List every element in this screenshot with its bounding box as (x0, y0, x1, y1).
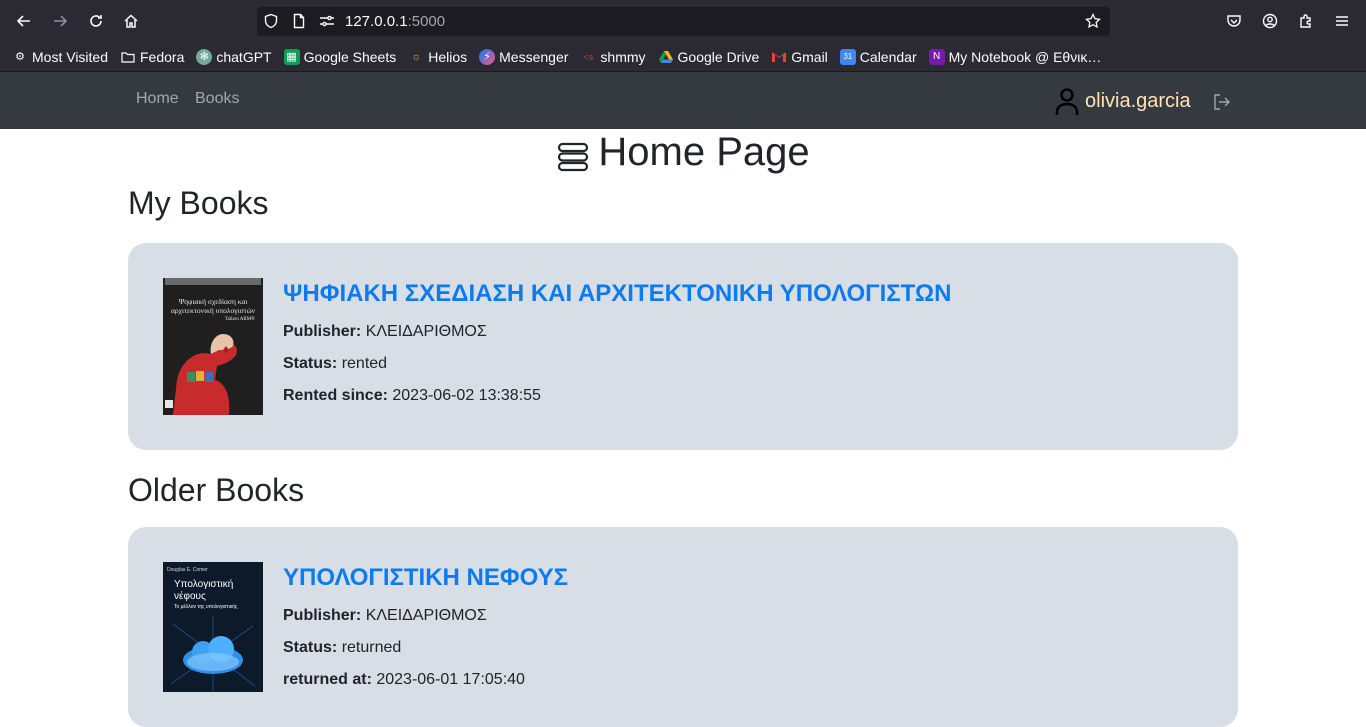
url-bar[interactable]: 127.0.0.1:5000 (257, 7, 1110, 36)
rented-since-field: Rented since: 2023-06-02 13:38:55 (283, 387, 541, 404)
my-books-heading: My Books (128, 185, 269, 221)
bookmark-helios[interactable]: ☼ Helios (408, 49, 467, 65)
folder-icon (120, 49, 136, 65)
status-field: Status: returned (283, 639, 402, 656)
bookmark-google-sheets[interactable]: ▦ Google Sheets (283, 48, 396, 65)
cover-illustration (165, 334, 237, 415)
user-menu[interactable]: olivia.garcia (1055, 86, 1191, 116)
bookmark-most-visited[interactable]: ⚙ Most Visited (12, 49, 108, 65)
reload-icon[interactable] (84, 9, 108, 33)
book-title-link[interactable]: ΨΗΦΙΑΚΗ ΣΧΕΔΙΑΣΗ ΚΑΙ ΑΡΧΙΤΕΚΤΟΝΙΚΗ ΥΠΟΛΟ… (283, 280, 951, 308)
browser-toolbar: 127.0.0.1:5000 (0, 0, 1366, 42)
bookmark-fedora[interactable]: Fedora (120, 49, 184, 65)
site-navbar: Home Books olivia.garcia (0, 72, 1366, 129)
gear-icon: ⚙ (15, 51, 25, 63)
book-cover[interactable]: Douglas E. Comer Υπολογιστική νέφους Το … (163, 562, 263, 692)
shield-icon[interactable] (263, 13, 279, 29)
menu-icon[interactable] (1330, 9, 1354, 33)
user-icon (1055, 88, 1079, 115)
home-icon[interactable] (119, 9, 143, 33)
pocket-icon[interactable] (1222, 9, 1246, 33)
logout-icon[interactable] (1213, 94, 1231, 110)
returned-at-field: returned at: 2023-06-01 17:05:40 (283, 671, 525, 688)
permissions-icon[interactable] (319, 13, 335, 29)
page-title: Home Page (0, 130, 1366, 175)
shmmy-icon: <s (583, 51, 594, 62)
bookmark-chatgpt[interactable]: ✻ chatGPT (196, 48, 272, 65)
book-card: Douglas E. Comer Υπολογιστική νέφους Το … (128, 527, 1238, 727)
drive-icon (658, 49, 674, 65)
bookmark-my-notebook[interactable]: N My Notebook @ Εθνικ… (928, 48, 1101, 65)
books-stack-icon (558, 142, 589, 171)
bookmark-shmmy[interactable]: <s shmmy (580, 49, 646, 65)
cloud-illustration (170, 616, 256, 692)
publisher-field: Publisher: ΚΛΕΙΔΑΡΙΘΜΟΣ (283, 323, 487, 340)
helios-icon: ☼ (411, 50, 422, 63)
publisher-field: Publisher: ΚΛΕΙΔΑΡΙΘΜΟΣ (283, 607, 487, 624)
nav-home-link[interactable]: Home (136, 90, 179, 108)
nav-books-link[interactable]: Books (195, 90, 239, 108)
account-icon[interactable] (1258, 9, 1282, 33)
book-cover[interactable]: Ψηφιακή σχεδίαση και αρχιτεκτονική υπολο… (163, 278, 263, 415)
back-icon[interactable] (12, 9, 36, 33)
book-card: Ψηφιακή σχεδίαση και αρχιτεκτονική υπολο… (128, 243, 1238, 450)
older-books-heading: Older Books (128, 472, 305, 508)
bookmark-messenger[interactable]: ⚡ Messenger (479, 48, 568, 65)
bookmark-calendar[interactable]: 31 Calendar (839, 48, 917, 65)
messenger-icon: ⚡ (479, 48, 496, 65)
chatgpt-icon: ✻ (196, 48, 213, 65)
sheets-icon: ▦ (283, 48, 300, 65)
bookmark-gmail[interactable]: Gmail (771, 49, 828, 65)
extensions-icon[interactable] (1294, 9, 1318, 33)
gmail-icon (771, 49, 787, 65)
onenote-icon: N (928, 48, 945, 65)
url-text[interactable]: 127.0.0.1:5000 (345, 13, 445, 30)
status-field: Status: rented (283, 355, 388, 372)
bookmarks-bar: ⚙ Most Visited Fedora ✻ chatGPT ▦ Google Sh… (0, 42, 1366, 72)
book-title-link[interactable]: ΥΠΟΛΟΓΙΣΤΙΚΗ ΝΕΦΟΥΣ (283, 564, 568, 592)
page-icon (291, 13, 307, 29)
bookmark-star-icon[interactable] (1085, 13, 1101, 29)
calendar-icon: 31 (839, 48, 856, 65)
forward-icon[interactable] (48, 9, 72, 33)
bookmark-google-drive[interactable]: Google Drive (658, 49, 759, 65)
username[interactable]: olivia.garcia (1085, 90, 1191, 113)
